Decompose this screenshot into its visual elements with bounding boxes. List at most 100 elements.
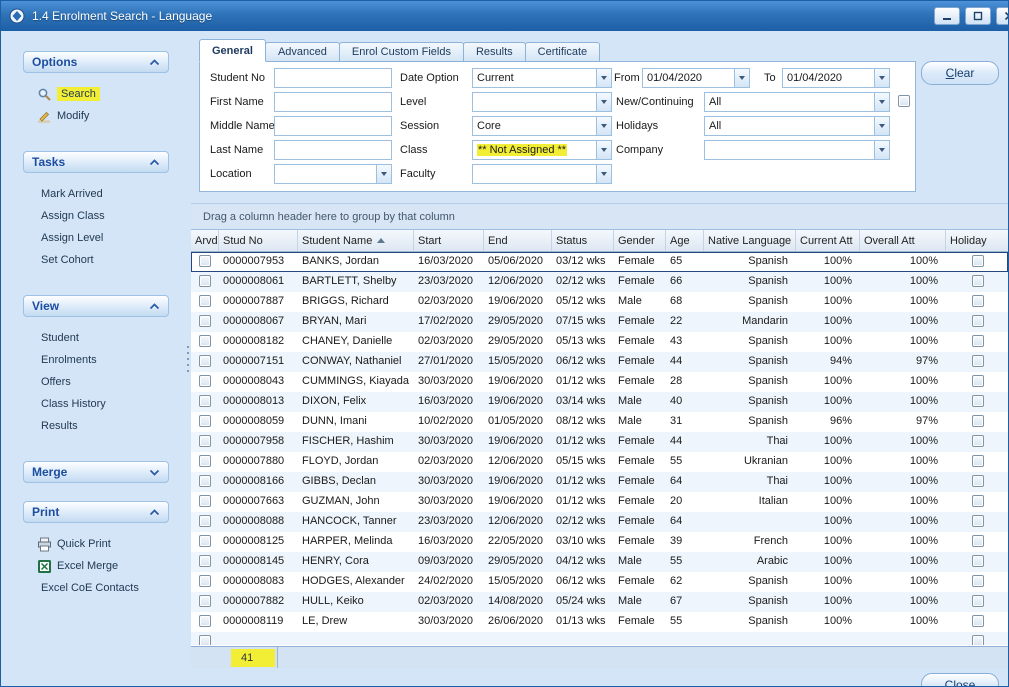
arvd-checkbox[interactable] (199, 575, 211, 587)
faculty-select[interactable] (472, 164, 612, 184)
table-row[interactable]: 0000007880FLOYD, Jordan02/03/202012/06/2… (191, 452, 1008, 472)
sidebar-item-quick-print[interactable]: Quick Print (23, 533, 169, 555)
column-header-overall_att[interactable]: Overall Att (860, 230, 946, 251)
arvd-checkbox[interactable] (199, 315, 211, 327)
tab-advanced[interactable]: Advanced (265, 42, 340, 62)
dropdown-button[interactable] (596, 69, 611, 87)
holiday-checkbox[interactable] (972, 395, 984, 407)
middle-name-input[interactable] (274, 116, 392, 136)
dropdown-button[interactable] (596, 141, 611, 159)
table-row[interactable]: 0000008067BRYAN, Mari17/02/202029/05/202… (191, 312, 1008, 332)
holiday-checkbox[interactable] (972, 595, 984, 607)
holiday-checkbox[interactable] (972, 515, 984, 527)
tab-enrol-custom-fields[interactable]: Enrol Custom Fields (339, 42, 464, 62)
column-header-status[interactable]: Status (552, 230, 614, 251)
sidebar-item-results[interactable]: Results (23, 415, 169, 437)
holiday-checkbox[interactable] (972, 415, 984, 427)
sidebar-item-excel-merge[interactable]: Excel Merge (23, 555, 169, 577)
arvd-checkbox[interactable] (199, 475, 211, 487)
location-select[interactable] (274, 164, 392, 184)
sidebar-item-offers[interactable]: Offers (23, 371, 169, 393)
minimize-button[interactable] (934, 7, 960, 25)
panel-header-tasks[interactable]: Tasks (23, 151, 169, 173)
holiday-checkbox[interactable] (972, 435, 984, 447)
dropdown-button[interactable] (596, 93, 611, 111)
holiday-checkbox[interactable] (972, 475, 984, 487)
table-row[interactable]: 0000007887BRIGGS, Richard02/03/202019/06… (191, 292, 1008, 312)
arvd-checkbox[interactable] (199, 555, 211, 567)
table-row[interactable]: 0000008061BARTLETT, Shelby23/03/202012/0… (191, 272, 1008, 292)
arvd-checkbox[interactable] (199, 395, 211, 407)
table-row[interactable]: 0000008125HARPER, Melinda16/03/202022/05… (191, 532, 1008, 552)
holiday-checkbox[interactable] (972, 575, 984, 587)
arvd-checkbox[interactable] (199, 335, 211, 347)
holidays-select[interactable]: All (704, 116, 890, 136)
table-row[interactable]: 0000008043CUMMINGS, Kiayada30/03/202019/… (191, 372, 1008, 392)
table-row[interactable]: 0000007953BANKS, Jordan16/03/202005/06/2… (191, 252, 1008, 272)
maximize-button[interactable] (965, 7, 991, 25)
new-continuing-select[interactable]: All (704, 92, 890, 112)
holiday-checkbox[interactable] (972, 495, 984, 507)
session-select[interactable]: Core (472, 116, 612, 136)
new-continuing-checkbox[interactable] (898, 95, 910, 107)
table-row[interactable]: 0000008088HANCOCK, Tanner23/03/202012/06… (191, 512, 1008, 532)
sidebar-item-assign-class[interactable]: Assign Class (23, 205, 169, 227)
table-row[interactable]: 0000008166GIBBS, Declan30/03/202019/06/2… (191, 472, 1008, 492)
dropdown-button[interactable] (734, 69, 749, 87)
arvd-checkbox[interactable] (199, 535, 211, 547)
column-header-gender[interactable]: Gender (614, 230, 666, 251)
holiday-checkbox[interactable] (972, 555, 984, 567)
sidebar-item-assign-level[interactable]: Assign Level (23, 227, 169, 249)
column-header-native_language[interactable]: Native Language (704, 230, 796, 251)
table-row[interactable]: 0000008013DIXON, Felix16/03/202019/06/20… (191, 392, 1008, 412)
first-name-input[interactable] (274, 92, 392, 112)
table-row[interactable]: 0000008145HENRY, Cora09/03/202029/05/202… (191, 552, 1008, 572)
table-row[interactable]: 0000008083HODGES, Alexander24/02/202015/… (191, 572, 1008, 592)
holiday-checkbox[interactable] (972, 255, 984, 267)
to-date-select[interactable]: 01/04/2020 (782, 68, 890, 88)
last-name-input[interactable] (274, 140, 392, 160)
dropdown-button[interactable] (874, 141, 889, 159)
column-header-end[interactable]: End (484, 230, 552, 251)
table-row[interactable]: 0000007151CONWAY, Nathaniel27/01/202015/… (191, 352, 1008, 372)
holiday-checkbox[interactable] (972, 275, 984, 287)
panel-header-options[interactable]: Options (23, 51, 169, 73)
company-select[interactable] (704, 140, 890, 160)
column-header-current_att[interactable]: Current Att (796, 230, 860, 251)
close-button[interactable]: Close (921, 673, 999, 687)
column-header-stud_no[interactable]: Stud No (219, 230, 298, 251)
column-header-arvd[interactable]: Arvd (191, 230, 219, 251)
tab-general[interactable]: General (199, 39, 266, 62)
group-by-bar[interactable]: Drag a column header here to group by th… (191, 203, 1008, 230)
arvd-checkbox[interactable] (199, 415, 211, 427)
table-row[interactable]: 0000008119LE, Drew30/03/202026/06/202001… (191, 612, 1008, 632)
dropdown-button[interactable] (596, 117, 611, 135)
arvd-checkbox[interactable] (199, 435, 211, 447)
table-row[interactable]: 0000008182CHANEY, Danielle02/03/202029/0… (191, 332, 1008, 352)
panel-header-merge[interactable]: Merge (23, 461, 169, 483)
table-row[interactable]: 0000007882HULL, Keiko02/03/202014/08/202… (191, 592, 1008, 612)
tab-results[interactable]: Results (463, 42, 526, 62)
arvd-checkbox[interactable] (199, 455, 211, 467)
arvd-checkbox[interactable] (199, 255, 211, 267)
holiday-checkbox[interactable] (972, 375, 984, 387)
from-date-select[interactable]: 01/04/2020 (642, 68, 750, 88)
sidebar-item-student[interactable]: Student (23, 327, 169, 349)
clear-button[interactable]: Clear (921, 61, 999, 85)
arvd-checkbox[interactable] (199, 635, 211, 645)
dropdown-button[interactable] (596, 165, 611, 183)
holiday-checkbox[interactable] (972, 615, 984, 627)
column-header-age[interactable]: Age (666, 230, 704, 251)
close-window-button[interactable] (996, 7, 1009, 25)
holiday-checkbox[interactable] (972, 335, 984, 347)
holiday-checkbox[interactable] (972, 355, 984, 367)
sidebar-item-modify[interactable]: Modify (23, 105, 169, 127)
table-row[interactable]: 0000007663GUZMAN, John30/03/202019/06/20… (191, 492, 1008, 512)
arvd-checkbox[interactable] (199, 515, 211, 527)
sidebar-item-class-history[interactable]: Class History (23, 393, 169, 415)
arvd-checkbox[interactable] (199, 355, 211, 367)
dropdown-button[interactable] (874, 69, 889, 87)
dropdown-button[interactable] (376, 165, 391, 183)
arvd-checkbox[interactable] (199, 495, 211, 507)
sidebar-item-mark-arrived[interactable]: Mark Arrived (23, 183, 169, 205)
